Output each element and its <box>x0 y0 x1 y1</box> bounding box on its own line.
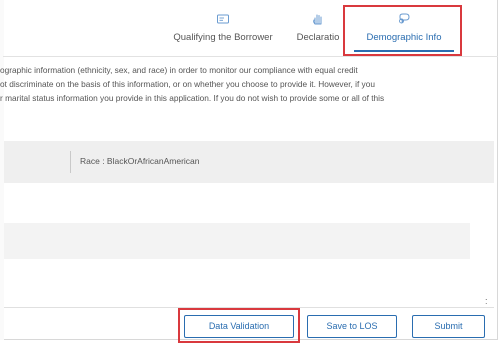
race-value: Race : BlackOrAfricanAmerican <box>80 156 200 166</box>
demographic-intro: ographic information (ethnicity, sex, an… <box>0 63 497 105</box>
highlight-demographic-tab <box>343 5 462 56</box>
intro-line: ographic information (ethnicity, sex, an… <box>0 65 358 75</box>
id-card-icon <box>217 14 229 24</box>
divider <box>70 151 71 173</box>
intro-line: ot discriminate on the basis of this inf… <box>0 79 375 89</box>
tab-declarations[interactable]: Declaratio <box>289 12 347 52</box>
tabs-divider <box>3 56 498 57</box>
tab-qualifying-borrower[interactable]: Qualifying the Borrower <box>165 12 281 52</box>
intro-line: r marital status information you provide… <box>0 93 385 103</box>
submit-button[interactable]: Submit <box>412 315 485 338</box>
tab-label: Qualifying the Borrower <box>173 32 273 43</box>
hand-icon <box>313 14 322 25</box>
save-to-los-button[interactable]: Save to LOS <box>307 315 397 338</box>
tab-label: Declaratio <box>296 32 340 43</box>
more-menu-icon[interactable]: : <box>485 296 488 306</box>
demographic-summary-row: Race : BlackOrAfricanAmerican <box>4 141 494 183</box>
demographic-input-row[interactable] <box>4 223 470 259</box>
highlight-data-validation <box>178 308 300 343</box>
